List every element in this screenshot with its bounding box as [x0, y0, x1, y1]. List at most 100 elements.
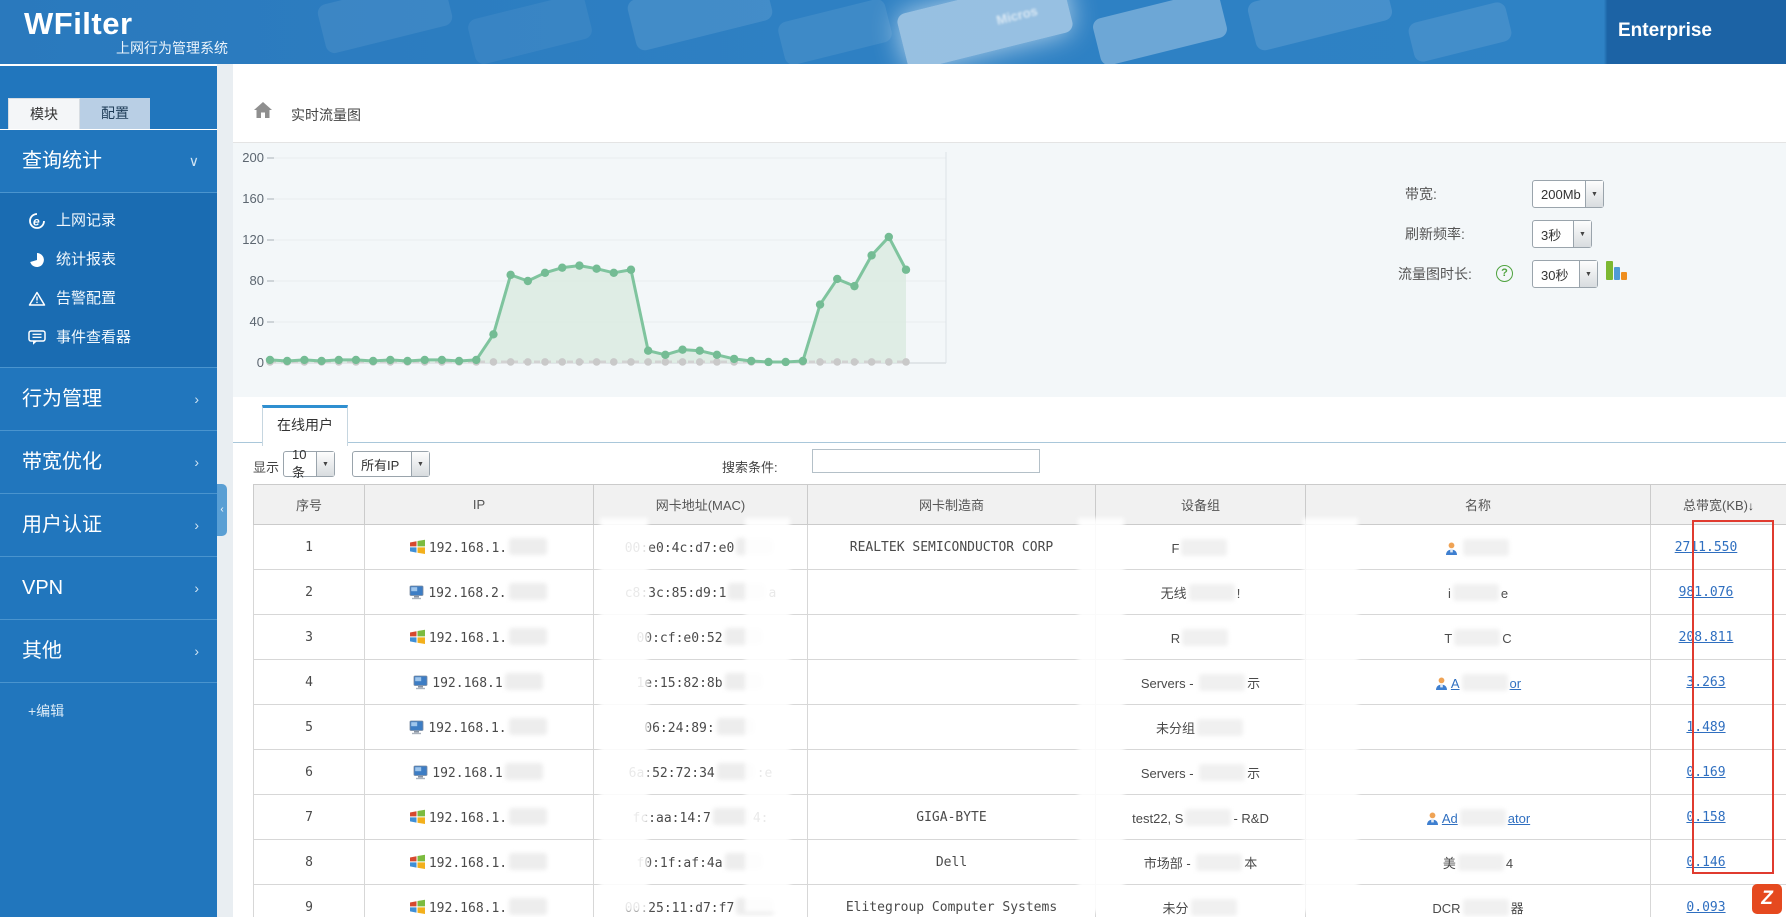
bandwidth-link[interactable]: 2711.550	[1675, 540, 1738, 555]
chevron-right-icon: ›	[194, 454, 199, 470]
breadcrumb: 实时流量图	[233, 64, 1786, 143]
user-icon	[1426, 812, 1438, 825]
windows-os-icon	[409, 629, 425, 644]
keyboard-key-decor	[1246, 0, 1394, 53]
sidebar-collapse-handle[interactable]: ‹	[217, 484, 227, 536]
col-group[interactable]: 设备组	[1095, 484, 1306, 525]
bandwidth-link[interactable]: 3.263	[1686, 675, 1725, 690]
sidebar-edit-link[interactable]: +编辑	[0, 683, 217, 721]
table-header-row: 序号 IP 网卡地址(MAC) 网卡制造商 设备组 名称 总带宽(KB)↓	[253, 484, 1786, 525]
sidebar-section-label: VPN	[22, 577, 64, 599]
cell-name: Aor	[1305, 659, 1651, 705]
censored-text	[724, 628, 763, 645]
refresh-rate-select[interactable]: 3秒 ▼	[1532, 220, 1592, 248]
censored-text	[1190, 898, 1237, 916]
bandwidth-link[interactable]: 0.093	[1686, 900, 1725, 915]
bandwidth-select[interactable]: 200Mb ▼	[1532, 180, 1604, 208]
cell-device-group: 市场部 - 本	[1095, 839, 1306, 885]
censored-text	[1185, 808, 1232, 826]
cell-mac: 1e:15:82:8b	[593, 659, 808, 705]
user-name-link[interactable]: Aor	[1451, 673, 1521, 691]
col-name[interactable]: 名称	[1305, 484, 1651, 525]
cell-name: DCR 器	[1305, 884, 1651, 917]
cell-device-group: Servers - 示	[1095, 659, 1306, 705]
col-vendor[interactable]: 网卡制造商	[807, 484, 1096, 525]
cell-name	[1305, 524, 1651, 570]
search-input[interactable]	[812, 449, 1040, 473]
keyboard-key-decor	[1406, 0, 1514, 64]
tab-online-users[interactable]: 在线用户	[262, 405, 348, 446]
chevron-down-icon: ▼	[411, 452, 429, 476]
table-row[interactable]: 4 192.168.1 1e:15:82:8b Servers - 示 Aor …	[253, 659, 1786, 705]
cell-ip: 192.168.1	[364, 659, 594, 705]
censored-text	[1182, 628, 1229, 646]
cell-ip: 192.168.1.	[364, 884, 594, 917]
home-icon[interactable]	[253, 101, 273, 124]
cell-mac: fc:aa:14:7 4:	[593, 794, 808, 840]
sidebar-item-stat-reports[interactable]: 统计报表	[0, 240, 217, 279]
user-name-link[interactable]: Ad ator	[1442, 808, 1530, 826]
page-size-select[interactable]: 10条 ▼	[283, 447, 335, 480]
sidebar-tab-modules[interactable]: 模块	[8, 98, 80, 130]
sidebar-item-web-records[interactable]: e 上网记录	[0, 201, 217, 240]
bandwidth-link[interactable]: 208.811	[1679, 630, 1734, 645]
censored-text	[1462, 898, 1509, 916]
sidebar-section-auth[interactable]: 用户认证 ›	[0, 494, 217, 557]
keyboard-key-decor	[776, 0, 894, 64]
bandwidth-link[interactable]: 0.146	[1686, 855, 1725, 870]
col-index[interactable]: 序号	[253, 484, 365, 525]
svg-text:80: 80	[250, 273, 264, 288]
table-row[interactable]: 5 192.168.1. 06:24:89: 未分组 1.489	[253, 704, 1786, 750]
svg-text:0: 0	[257, 355, 264, 370]
table-row[interactable]: 8 192.168.1. f0:1f:af:4a Dell 市场部 - 本 美4…	[253, 839, 1786, 885]
col-bandwidth[interactable]: 总带宽(KB)↓	[1650, 484, 1786, 525]
censored-text	[1463, 538, 1509, 556]
bandwidth-link[interactable]: 1.489	[1686, 720, 1725, 735]
cell-index: 6	[253, 749, 365, 795]
cell-index: 8	[253, 839, 365, 885]
user-name-link[interactable]	[1461, 538, 1511, 556]
chevron-down-icon: ∨	[188, 153, 199, 169]
censored-text	[1457, 853, 1504, 871]
cell-vendor: Dell	[807, 839, 1096, 885]
sidebar-section-vpn[interactable]: VPN ›	[0, 557, 217, 620]
sidebar-section-bandwidth[interactable]: 带宽优化 ›	[0, 431, 217, 494]
sidebar-section-label: 其他	[22, 640, 62, 662]
user-icon	[1446, 542, 1457, 555]
bandwidth-link[interactable]: 0.158	[1686, 810, 1725, 825]
report-icon	[30, 252, 44, 267]
sidebar-section-query-stats[interactable]: 查询统计 ∨	[0, 130, 217, 193]
table-row[interactable]: 2 192.168.2. c8:3c:85:d9:1 a 无线! ie 981.0…	[253, 569, 1786, 615]
sidebar-item-alert-config[interactable]: 告警配置	[0, 279, 217, 318]
censored-text	[509, 538, 548, 555]
duration-select[interactable]: 30秒 ▼	[1532, 260, 1598, 288]
table-row[interactable]: 7 192.168.1. fc:aa:14:7 4: GIGA-BYTE test…	[253, 794, 1786, 840]
event-icon	[28, 330, 46, 345]
table-row[interactable]: 3 192.168.1. 00:cf:e0:52 R TC 208.811	[253, 614, 1786, 660]
censored-text	[736, 538, 775, 555]
bandwidth-link[interactable]: 981.076	[1679, 585, 1734, 600]
cell-mac: c8:3c:85:d9:1 a	[593, 569, 808, 615]
col-ip[interactable]: IP	[364, 484, 594, 525]
sidebar-item-label: 上网记录	[56, 212, 117, 229]
sidebar-section-behavior[interactable]: 行为管理 ›	[0, 368, 217, 431]
sidebar-section-other[interactable]: 其他 ›	[0, 620, 217, 683]
sidebar-item-event-viewer[interactable]: 事件查看器	[0, 318, 217, 357]
bandwidth-link[interactable]: 0.169	[1686, 765, 1725, 780]
sidebar-section-label: 行为管理	[22, 388, 102, 410]
edition-label: Enterprise	[1618, 20, 1712, 41]
table-row[interactable]: 6 192.168.1 6a:52:72:34:e Servers - 示 0.…	[253, 749, 1786, 795]
table-row[interactable]: 9 192.168.1. 00:25:11:d7:f7 Elitegroup C…	[253, 884, 1786, 917]
help-icon[interactable]: ?	[1496, 265, 1513, 282]
col-mac[interactable]: 网卡地址(MAC)	[593, 484, 808, 525]
cell-mac: 00:25:11:d7:f7	[593, 884, 808, 917]
ip-filter-select[interactable]: 所有IP ▼	[352, 451, 430, 477]
chart-type-icon[interactable]	[1604, 258, 1628, 289]
sidebar-item-label: 告警配置	[56, 290, 117, 307]
table-row[interactable]: 1 192.168.1. 00:e0:4c:d7:e0 REALTEK SEMI…	[253, 524, 1786, 570]
censored-text	[716, 763, 755, 780]
sidebar-tab-config[interactable]: 配置	[80, 98, 150, 129]
chevron-down-icon: ▼	[1585, 181, 1603, 207]
censored-text	[1461, 673, 1508, 691]
censored-text	[724, 673, 763, 690]
